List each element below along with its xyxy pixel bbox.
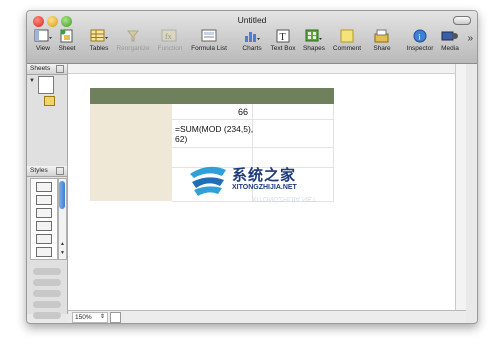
table-style-item[interactable] [36,247,52,257]
toolbar-overflow-button[interactable]: » [467,33,473,44]
view-button[interactable]: View [31,27,55,61]
table-header-row[interactable] [90,88,334,104]
charts-icon [243,29,261,43]
watermark-url: XITONGZHIJIA.NET [232,184,297,191]
sheet-canvas[interactable]: 66 =SUM(MOD (234,5), 62) 系统之家 XITONGZHIJ… [68,64,466,310]
sheet-icon [58,29,76,43]
table-style-item[interactable] [36,208,52,218]
scroll-up-icon[interactable]: ▲ [59,241,66,247]
status-bar: 150% ⇕ [68,310,466,323]
style-button [33,312,61,319]
sheet-button[interactable]: Sheet [56,27,78,61]
style-button [33,290,61,297]
table-style-item[interactable] [36,234,52,244]
toolbar: View Sheet Tables Reorganize fx Function… [27,27,477,63]
text-box-icon: T [274,29,292,43]
sidebar: Sheets ▼ Styles ▲ ▼ [27,64,68,319]
formula-list-icon [200,29,218,43]
table-icon[interactable] [44,96,55,106]
styles-resize-handle[interactable] [56,167,64,175]
function-button[interactable]: fx Function [155,27,185,61]
formula-list-button[interactable]: Formula List [189,27,229,61]
sheets-header: Sheets [27,64,67,75]
table-styles-list [30,178,58,260]
stepper-icon: ⇕ [99,314,105,320]
comment-icon [338,29,356,43]
svg-text:T: T [280,32,286,43]
canvas-scrollbar[interactable] [455,64,466,310]
inspector-icon: i [411,29,429,43]
svg-text:fx: fx [165,32,172,41]
table-style-item[interactable] [36,182,52,192]
page-view-button[interactable] [110,312,121,323]
charts-button[interactable]: Charts [239,27,265,61]
tables-icon [90,29,108,43]
inspector-button[interactable]: i Inspector [404,27,436,61]
sheet-thumbnail[interactable] [38,76,54,94]
scroll-down-icon[interactable]: ▼ [59,250,66,256]
sheets-resize-handle[interactable] [56,65,64,73]
watermark-text: 系统之家 [232,166,297,184]
share-icon [373,29,391,43]
media-icon [441,29,459,43]
table-style-item[interactable] [36,195,52,205]
tables-button[interactable]: Tables [87,27,111,61]
sheets-label: Sheets [30,65,51,72]
style-button [33,301,61,308]
disclosure-triangle-icon[interactable]: ▼ [29,78,35,84]
media-button[interactable]: Media [439,27,461,61]
share-button[interactable]: Share [371,27,393,61]
function-icon: fx [161,29,179,43]
formula-text: =SUM(MOD (234,5), 62) [175,124,254,144]
table-cell[interactable] [252,104,334,120]
watermark-logo: 系统之家 XITONGZHIJIA.NET XITONGZHIJIA.NET [188,162,368,204]
cell-value: 66 [238,107,249,117]
reorganize-button[interactable]: Reorganize [115,27,151,61]
styles-header: Styles [27,166,67,177]
canvas-top-strip [68,64,466,74]
zoom-value: 150% [75,314,92,321]
table-header-column[interactable] [90,104,172,201]
style-button [33,279,61,286]
disabled-style-buttons [32,264,62,319]
title-bar: Untitled View Sheet Tables Reorganize fx… [27,11,477,64]
styles-label: Styles [30,167,48,174]
watermark-reflection: XITONGZHIJIA.NET [252,195,317,202]
watermark-emblem [190,166,226,196]
zoom-select[interactable]: 150% ⇕ [72,312,108,323]
table-style-item[interactable] [36,221,52,231]
text-box-button[interactable]: T Text Box [268,27,298,61]
view-icon [34,29,52,43]
numbers-window: Untitled View Sheet Tables Reorganize fx… [26,10,478,324]
scroll-thumb[interactable] [59,181,65,209]
toolbar-toggle-button[interactable] [453,16,471,25]
shapes-button[interactable]: Shapes [301,27,327,61]
comment-button[interactable]: Comment [331,27,363,61]
style-button [33,268,61,275]
shapes-icon [305,29,323,43]
window-title: Untitled [237,15,267,25]
styles-scrollbar[interactable]: ▲ ▼ [58,178,67,260]
reorganize-icon [124,29,142,43]
